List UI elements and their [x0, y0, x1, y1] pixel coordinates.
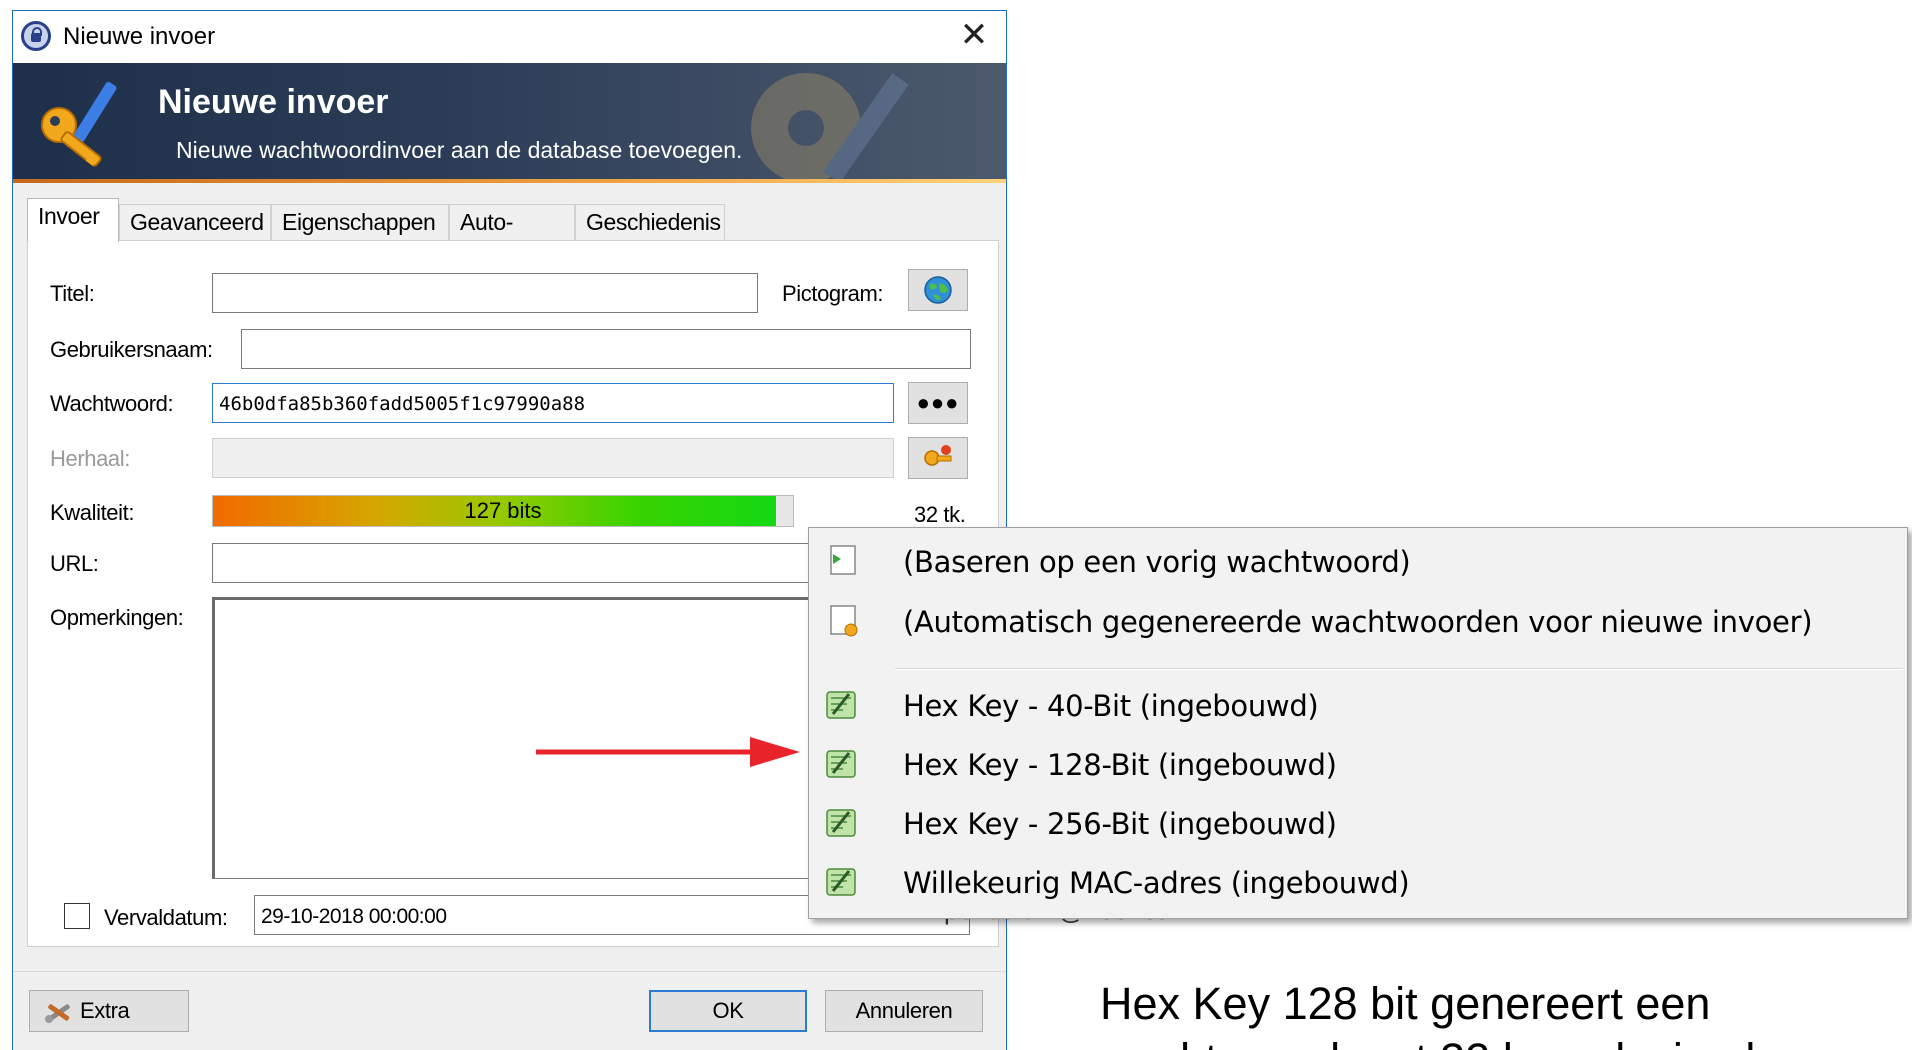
menu-item-label: Hex Key - 256-Bit (ingebouwd)	[903, 807, 1337, 841]
caption-line-1: Hex Key 128 bit genereert een	[1100, 978, 1711, 1029]
derive-password-icon	[830, 545, 856, 575]
red-arrow-annotation	[536, 737, 800, 767]
menu-item-label: (Automatisch gegenereerde wachtwoorden v…	[903, 605, 1813, 639]
generator-profile-icon	[826, 868, 856, 896]
tab-geavanceerd[interactable]: Geavanceerd	[119, 204, 271, 240]
cancel-button[interactable]: Annuleren	[825, 990, 983, 1032]
globe-icon	[924, 276, 952, 304]
key-pen-icon	[41, 81, 117, 167]
menu-item-auto-generate[interactable]: (Automatisch gegenereerde wachtwoorden v…	[809, 592, 1907, 648]
dots-icon: ●●●	[916, 390, 960, 415]
tab-auto-typen[interactable]: Auto-typen	[449, 204, 575, 269]
menu-item-hex-256[interactable]: Hex Key - 256-Bit (ingebouwd)	[809, 794, 1907, 850]
quality-bits-text: 127 bits	[464, 498, 542, 523]
key-generator-icon	[924, 445, 952, 466]
footer-divider	[13, 971, 1006, 972]
password-generator-menu: (Baseren op een vorig wachtwoord) (Autom…	[808, 527, 1908, 919]
close-icon[interactable]: ✕	[956, 17, 992, 53]
tools-icon	[45, 1004, 70, 1023]
menu-separator	[895, 668, 1903, 670]
expiry-checkbox[interactable]	[64, 903, 90, 929]
menu-item-label: Hex Key - 40-Bit (ingebouwd)	[903, 689, 1319, 723]
menu-item-hex-128[interactable]: Hex Key - 128-Bit (ingebouwd)	[809, 735, 1907, 791]
banner-subtitle: Nieuwe wachtwoordinvoer aan de database …	[176, 137, 743, 163]
banner-accent-line	[13, 179, 1006, 183]
keepass-lock-icon	[21, 21, 51, 51]
tab-eigenschappen[interactable]: Eigenschappen	[271, 204, 449, 240]
explanation-caption: Hex Key 128 bit genereert een wachtwoord…	[1100, 976, 1900, 1050]
generator-profile-icon	[826, 750, 856, 778]
username-field[interactable]	[241, 329, 971, 369]
icon-label: Pictogram:	[782, 281, 884, 306]
quality-label: Kwaliteit:	[50, 500, 135, 525]
username-label: Gebruikersnaam:	[50, 337, 213, 362]
password-field[interactable]: 46b0dfa85b360fadd5005f1c97990a88	[212, 383, 894, 423]
toggle-password-visibility-button[interactable]: ●●●	[908, 382, 968, 424]
menu-item-hex-40[interactable]: Hex Key - 40-Bit (ingebouwd)	[809, 676, 1907, 732]
ok-button[interactable]: OK	[649, 990, 807, 1032]
menu-item-random-mac[interactable]: Willekeurig MAC-adres (ingebouwd)	[809, 853, 1907, 909]
header-banner: Nieuwe invoer Nieuwe wachtwoordinvoer aa…	[13, 63, 1006, 183]
url-field[interactable]	[212, 543, 894, 583]
banner-heading: Nieuwe invoer	[158, 83, 389, 121]
tab-geschiedenis[interactable]: Geschiedenis	[575, 204, 725, 240]
url-label: URL:	[50, 551, 99, 576]
window-title: Nieuwe invoer	[63, 23, 216, 50]
generator-profile-icon	[826, 809, 856, 837]
password-quality-bar: 127 bits	[212, 495, 794, 527]
tab-invoer[interactable]: Invoer	[27, 198, 119, 242]
icon-picker-button[interactable]	[908, 269, 968, 311]
banner-watermark-icon	[751, 73, 909, 183]
title-label: Titel:	[50, 281, 95, 306]
auto-generate-icon	[830, 605, 858, 637]
generator-profile-icon	[826, 691, 856, 719]
title-field[interactable]	[212, 273, 758, 313]
repeat-label: Herhaal:	[50, 446, 130, 471]
title-bar: Nieuwe invoer ✕	[13, 11, 1006, 63]
caption-line-2: wachtwoord met 32 hexadecimale	[1100, 1032, 1900, 1050]
menu-item-label: Hex Key - 128-Bit (ingebouwd)	[903, 748, 1337, 782]
notes-label: Opmerkingen:	[50, 605, 184, 630]
char-count: 32 tk.	[914, 502, 966, 527]
password-generator-button[interactable]	[908, 437, 968, 479]
extra-button[interactable]: Extra	[29, 990, 189, 1032]
menu-item-derive-password[interactable]: (Baseren op een vorig wachtwoord)	[809, 532, 1907, 588]
password-label: Wachtwoord:	[50, 391, 174, 416]
menu-item-label: Willekeurig MAC-adres (ingebouwd)	[903, 866, 1410, 900]
extra-button-label: Extra	[80, 998, 130, 1023]
expiry-label: Vervaldatum:	[104, 905, 228, 930]
repeat-password-field	[212, 438, 894, 478]
menu-item-label: (Baseren op een vorig wachtwoord)	[903, 545, 1411, 579]
